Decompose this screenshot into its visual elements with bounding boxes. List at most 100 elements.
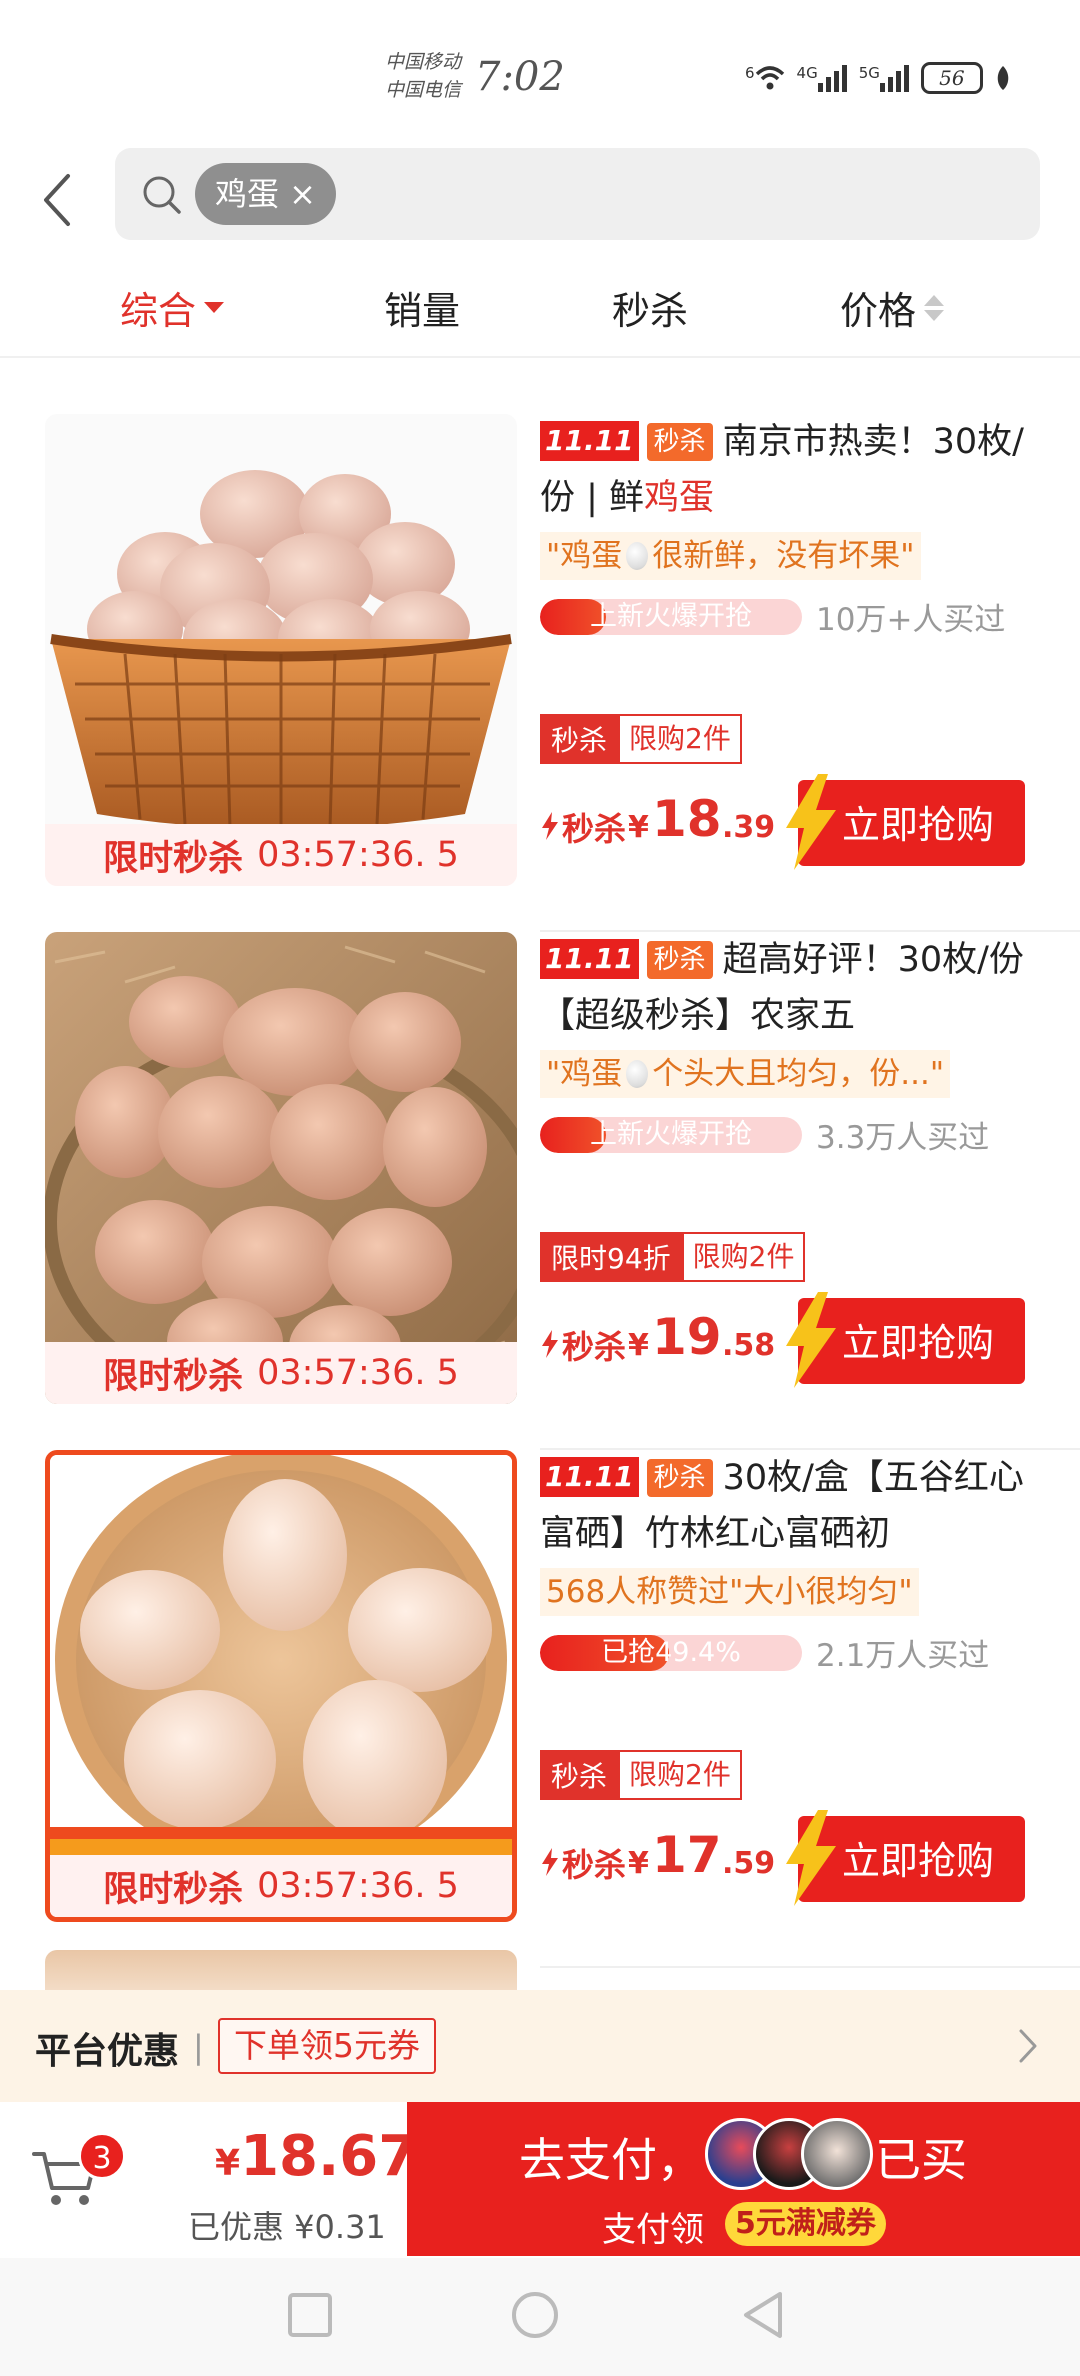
sales-progress-row: 已抢49.4% 2.1万人买过 — [540, 1630, 1040, 1675]
product-title[interactable]: 11.11 秒杀 南京市热卖！30枚/份 | 鲜鸡蛋 — [540, 414, 1040, 526]
egg-icon — [626, 1060, 649, 1088]
chevron-right-icon[interactable] — [1016, 2026, 1040, 2066]
lightning-icon — [542, 812, 558, 840]
product-title[interactable]: 11.11 秒杀 30枚/盒【五谷红心富硒】竹林红心富硒初 — [540, 1450, 1040, 1562]
product-image[interactable]: 限时秒杀 03:57:36. 5 — [45, 1450, 517, 1922]
review-text: 很新鲜，没有坏果" — [652, 538, 915, 574]
promo-title: 平台优惠 — [35, 2031, 180, 2072]
review-text: "鸡蛋 — [546, 538, 623, 574]
review-text: "鸡蛋 — [546, 1056, 623, 1092]
buy-label: 立即抢购 — [842, 803, 995, 847]
buyers-count: 2.1万人买过 — [816, 1638, 990, 1674]
sort-tabs: 综合 销量 秒杀 价格 — [0, 262, 1080, 358]
tab-comprehensive[interactable]: 综合 — [120, 280, 225, 335]
currency-symbol: ¥ — [628, 810, 649, 845]
home-icon[interactable] — [510, 2290, 560, 2340]
recent-apps-icon[interactable] — [287, 2292, 333, 2338]
egg-icon — [626, 542, 649, 570]
search-bar: 鸡蛋 × — [0, 148, 1080, 248]
promo-tags: 秒杀 限购2件 — [540, 714, 742, 764]
review-snippet: "鸡蛋 很新鲜，没有坏果" — [540, 532, 921, 580]
promo-tag: 秒杀 — [540, 1750, 619, 1800]
price-integer: 17 — [652, 1826, 722, 1884]
buy-now-button[interactable]: 立即抢购 — [780, 774, 1025, 870]
wifi-icon: 6 — [745, 64, 785, 92]
leaf-icon — [997, 66, 1009, 90]
back-arrow-icon[interactable] — [38, 170, 78, 230]
price-decimal: .39 — [722, 810, 776, 845]
lightning-bolt-icon — [786, 1810, 836, 1906]
tag-flash-sale: 秒杀 — [646, 1459, 713, 1497]
timer-label: 限时秒杀 — [103, 1356, 244, 1397]
timer-value: 03:57:36. 5 — [257, 835, 459, 875]
tag-flash-sale: 秒杀 — [646, 423, 713, 461]
pay-label: 去支付， — [519, 2133, 703, 2187]
progress-text: 已抢49.4% — [601, 1636, 741, 1668]
order-total: ¥18.67 — [215, 2124, 417, 2189]
buy-label: 立即抢购 — [842, 1839, 995, 1883]
tag-1111: 11.11 — [540, 1457, 639, 1497]
tab-price[interactable]: 价格 — [840, 280, 945, 335]
tab-label: 价格 — [840, 289, 917, 333]
countdown-timer: 限时秒杀 03:57:36. 5 — [45, 824, 517, 886]
product-title[interactable]: 11.11 秒杀 超高好评！30枚/份【超级秒杀】农家五 — [540, 932, 1040, 1044]
signal-5g-icon: 5G — [859, 64, 909, 92]
next-product-image[interactable] — [45, 1950, 517, 1990]
divider — [540, 1966, 1080, 1968]
limit-tag: 限购2件 — [618, 1750, 742, 1800]
price-label: 秒杀 — [562, 1846, 627, 1884]
review-text: 568人称赞过"大小很均匀" — [546, 1574, 913, 1610]
product-image[interactable]: 限时秒杀 03:57:36. 5 — [45, 414, 517, 886]
sales-progress-row: 上新火爆开抢 10万+人买过 — [540, 594, 1040, 639]
lightning-bolt-icon — [786, 774, 836, 870]
sort-arrows-icon — [924, 294, 945, 321]
carrier-2: 中国电信 — [385, 79, 462, 101]
pay-button[interactable]: 去支付， 已买 支付领 5元满减券 — [407, 2102, 1080, 2256]
price-decimal: .58 — [722, 1328, 776, 1363]
timer-value: 03:57:36. 5 — [257, 1353, 459, 1393]
limit-tag: 限购2件 — [681, 1232, 806, 1282]
product-card[interactable]: 限时秒杀 03:57:36. 5 11.11 秒杀 南京市热卖！30枚/份 | 鲜鸡… — [0, 414, 1080, 932]
tab-sales[interactable]: 销量 — [384, 280, 460, 335]
tag-1111: 11.11 — [540, 421, 639, 461]
sales-progress-bar: 上新火爆开抢 — [540, 1116, 802, 1153]
search-input[interactable]: 鸡蛋 × — [115, 148, 1040, 240]
promo-separator: | — [193, 2028, 204, 2066]
signal-4g-icon: 4G — [797, 64, 847, 92]
platform-promo-bar[interactable]: 平台优惠 | 下单领5元券 — [0, 1990, 1080, 2102]
price-decimal: .59 — [722, 1846, 776, 1881]
tab-label: 秒杀 — [612, 289, 689, 333]
buy-now-button[interactable]: 立即抢购 — [780, 1810, 1025, 1906]
egg-basket-image — [45, 414, 517, 886]
egg-plate-image — [50, 1455, 512, 1917]
countdown-timer: 限时秒杀 03:57:36. 5 — [50, 1855, 512, 1917]
product-card[interactable]: 限时秒杀 03:57:36. 5 11.11 秒杀 30枚/盒【五谷红心富硒】竹林红… — [0, 1450, 1080, 1968]
promo-tag: 秒杀 — [540, 714, 619, 764]
buy-label: 立即抢购 — [842, 1321, 995, 1365]
timer-label: 限时秒杀 — [103, 838, 244, 879]
product-card[interactable]: 限时秒杀 03:57:36. 5 11.11 秒杀 超高好评！30枚/份【超级秒杀】… — [0, 932, 1080, 1450]
avatar — [801, 2118, 873, 2190]
coupon-badge[interactable]: 下单领5元券 — [218, 2018, 436, 2074]
countdown-timer: 限时秒杀 03:57:36. 5 — [45, 1342, 517, 1404]
clock: 7:02 — [475, 54, 565, 100]
total-amount: 18.67 — [240, 2124, 418, 2189]
back-icon[interactable] — [740, 2290, 786, 2340]
product-info: 11.11 秒杀 南京市热卖！30枚/份 | 鲜鸡蛋 "鸡蛋 很新鲜，没有坏果" 上新… — [540, 414, 1040, 886]
timer-label: 限时秒杀 — [103, 1869, 244, 1910]
price-integer: 19 — [652, 1308, 722, 1366]
limit-tag: 限购2件 — [618, 714, 742, 764]
price-label: 秒杀 — [562, 1328, 627, 1366]
tab-label: 销量 — [384, 289, 461, 333]
buy-now-button[interactable]: 立即抢购 — [780, 1292, 1025, 1388]
product-image[interactable]: 限时秒杀 03:57:36. 5 — [45, 932, 517, 1404]
search-query-chip[interactable]: 鸡蛋 × — [195, 163, 336, 225]
promo-tags: 秒杀 限购2件 — [540, 1750, 742, 1800]
lightning-icon — [542, 1848, 558, 1876]
tab-flash-sale[interactable]: 秒杀 — [612, 280, 688, 335]
title-highlight: 鸡蛋 — [644, 478, 715, 518]
review-snippet: 568人称赞过"大小很均匀" — [540, 1568, 919, 1616]
battery-icon: 56 — [920, 62, 983, 94]
progress-text: 上新火爆开抢 — [590, 600, 752, 632]
status-icons: 6 4G 5G 56 — [745, 58, 1011, 98]
